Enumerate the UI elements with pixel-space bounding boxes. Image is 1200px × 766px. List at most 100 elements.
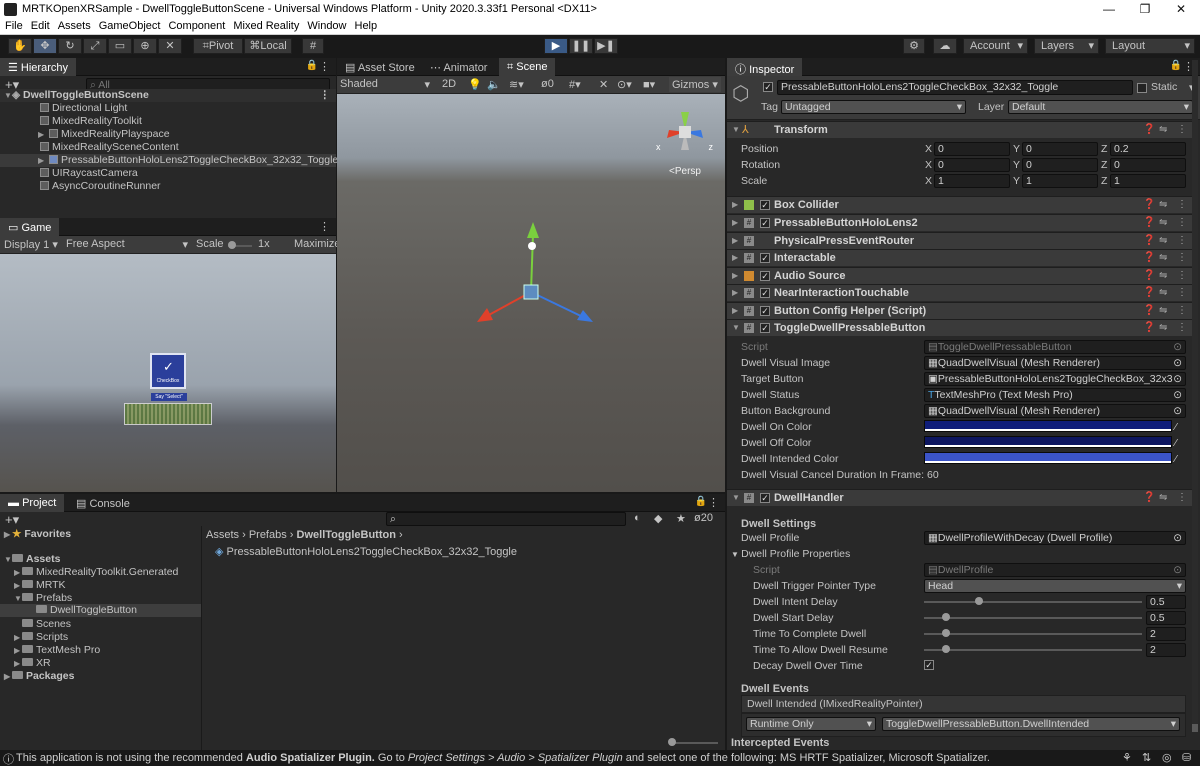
rotate-tool-icon[interactable]: ↻ xyxy=(58,38,82,54)
object-picker-icon[interactable]: ⊙ xyxy=(1173,532,1182,544)
component-near-interaction[interactable]: ▶ # ✓ NearInteractionTouchable ❓ ⇋ ⋮ xyxy=(727,284,1193,301)
icon-size-slider-knob[interactable] xyxy=(668,738,676,746)
object-picker-icon[interactable]: ⊙ xyxy=(1173,357,1182,369)
help-icon[interactable]: ❓ xyxy=(1143,320,1155,336)
tab-scene[interactable]: ⌗ Scene xyxy=(499,58,556,76)
lock-icon[interactable]: 🔒 xyxy=(695,496,707,507)
time-to-resume-knob[interactable] xyxy=(941,645,950,653)
status-message[interactable]: This application is not using the recomm… xyxy=(16,752,990,764)
time-to-resume-value[interactable]: 2 xyxy=(1146,643,1186,657)
orientation-gizmo[interactable]: x z xyxy=(655,102,715,162)
help-icon[interactable]: ❓ xyxy=(1143,285,1155,301)
preset-icon[interactable]: ⇋ xyxy=(1159,285,1167,301)
component-enabled-checkbox[interactable]: ✓ xyxy=(760,288,770,298)
component-enabled-checkbox[interactable]: ✓ xyxy=(760,218,770,228)
help-icon[interactable]: ❓ xyxy=(1143,233,1155,249)
hand-tool-icon[interactable]: ✋ xyxy=(8,38,32,54)
cloud-icon[interactable]: ☁ xyxy=(933,38,957,54)
help-icon[interactable]: ❓ xyxy=(1143,268,1155,284)
component-box-collider[interactable]: ▶ ✓ Box Collider ❓ ⇋ ⋮ xyxy=(727,196,1193,213)
close-button[interactable]: ✕ xyxy=(1163,0,1199,19)
cancel-duration-value[interactable]: 60 xyxy=(927,469,939,481)
kebab-menu-icon[interactable]: ⋮ xyxy=(1177,197,1187,213)
project-search[interactable]: ⌕ xyxy=(386,512,626,526)
preset-icon[interactable]: ⇋ xyxy=(1159,250,1167,266)
tab-project[interactable]: ▬ Project xyxy=(0,494,65,512)
position-y-field[interactable]: 0 xyxy=(1022,142,1098,156)
packages-node[interactable]: ▶ Packages xyxy=(4,670,74,682)
component-button-config-helper[interactable]: ▶ # ✓ Button Config Helper (Script) ❓ ⇋ ⋮ xyxy=(727,302,1193,319)
menu-gameobject[interactable]: GameObject xyxy=(94,19,164,32)
object-picker-icon[interactable]: ⊙ xyxy=(1173,373,1182,385)
start-delay-track[interactable] xyxy=(924,617,1142,619)
trigger-pointer-dropdown[interactable]: Head ▾ xyxy=(924,579,1186,593)
breadcrumb-prefabs[interactable]: Prefabs xyxy=(249,529,287,541)
tools-icon[interactable]: ✕ xyxy=(599,78,608,91)
kebab-menu-icon[interactable]: ⋮ xyxy=(1177,250,1187,266)
static-checkbox[interactable] xyxy=(1137,83,1147,93)
minimize-button[interactable]: — xyxy=(1091,0,1127,19)
intent-delay-track[interactable] xyxy=(924,601,1142,603)
time-to-resume-track[interactable] xyxy=(924,649,1142,651)
breadcrumb-assets[interactable]: Assets xyxy=(206,529,239,541)
dwell-status-field[interactable]: TTextMeshPro (Text Mesh Pro) ⊙ xyxy=(924,388,1186,402)
tab-asset-store[interactable]: ▤ Asset Store xyxy=(337,58,423,76)
hierarchy-item[interactable]: ▶ MixedRealityPlayspace xyxy=(0,128,336,141)
asset-file[interactable]: ◈ PressableButtonHoloLens2ToggleCheckBox… xyxy=(215,545,517,558)
menu-window[interactable]: Window xyxy=(302,19,349,32)
rotation-y-field[interactable]: 0 xyxy=(1022,158,1098,172)
checkbox-button[interactable]: ✓ CheckBox xyxy=(150,353,186,389)
component-enabled-checkbox[interactable]: ✓ xyxy=(760,271,770,281)
preset-icon[interactable]: ⇋ xyxy=(1159,197,1167,213)
folder-node[interactable]: ▶ Scripts xyxy=(14,631,68,643)
active-checkbox[interactable]: ✓ xyxy=(763,82,773,92)
rotation-z-field[interactable]: 0 xyxy=(1110,158,1186,172)
decay-checkbox[interactable]: ✓ xyxy=(924,660,934,670)
menu-component[interactable]: Component xyxy=(163,19,228,32)
aspect-dropdown[interactable]: Free Aspect ▾ xyxy=(66,238,190,251)
progress-icon[interactable]: ⇅ xyxy=(1142,751,1151,764)
object-name-field[interactable]: PressableButtonHoloLens2ToggleCheckBox_3… xyxy=(777,80,1133,95)
time-to-complete-knob[interactable] xyxy=(941,629,950,637)
transform-tool-icon[interactable]: ⊕ xyxy=(133,38,157,54)
effects-icon[interactable]: ≋▾ xyxy=(509,78,524,91)
runtime-dropdown[interactable]: Runtime Only ▾ xyxy=(746,717,876,731)
preset-icon[interactable]: ⇋ xyxy=(1159,122,1167,138)
kebab-menu-icon[interactable]: ⋮ xyxy=(320,89,331,102)
kebab-menu-icon[interactable]: ⋮ xyxy=(1177,285,1187,301)
start-delay-knob[interactable] xyxy=(941,613,950,621)
component-toggle-dwell[interactable]: ▼ # ✓ ToggleDwellPressableButton ❓ ⇋ ⋮ xyxy=(727,319,1193,336)
mode-2d-toggle[interactable]: 2D xyxy=(442,78,456,90)
display-dropdown[interactable]: Display 1 ▾ xyxy=(4,238,58,251)
kebab-menu-icon[interactable]: ⋮ xyxy=(1177,122,1187,138)
kebab-menu-icon[interactable]: ⋮ xyxy=(1177,233,1187,249)
pivot-toggle[interactable]: ⌗Pivot xyxy=(193,38,243,54)
folder-node[interactable]: Scenes xyxy=(14,618,71,630)
lighting-icon[interactable]: 💡 xyxy=(468,78,482,91)
transform-header[interactable]: ▼ ⅄ Transform ❓ ⇋ ⋮ xyxy=(727,121,1193,138)
time-to-complete-track[interactable] xyxy=(924,633,1142,635)
hierarchy-item-selected[interactable]: ▶ PressableButtonHoloLens2ToggleCheckBox_… xyxy=(0,154,338,167)
favorite-star-icon[interactable]: ★ xyxy=(676,512,686,525)
component-pressable-button[interactable]: ▶ # ✓ PressableButtonHoloLens2 ❓ ⇋ ⋮ xyxy=(727,214,1193,231)
preset-icon[interactable]: ⇋ xyxy=(1159,233,1167,249)
inspector-scrollbar[interactable] xyxy=(1192,60,1198,732)
scale-tool-icon[interactable]: ⤢ xyxy=(83,38,107,54)
help-icon[interactable]: ❓ xyxy=(1143,215,1155,231)
folder-node[interactable]: ▶ TextMesh Pro xyxy=(14,644,100,656)
hidden-packages-toggle[interactable]: ø20 xyxy=(694,512,713,524)
dwell-intended-color-swatch[interactable] xyxy=(924,452,1172,464)
tab-game[interactable]: ▭ Game xyxy=(0,218,60,236)
tab-hierarchy[interactable]: ☰ Hierarchy xyxy=(0,58,76,76)
layout-dropdown[interactable]: Layout ▾ xyxy=(1105,38,1195,54)
eyedropper-icon[interactable]: ⁄ xyxy=(1175,453,1177,465)
debug-icon[interactable]: ⚘ xyxy=(1122,751,1132,764)
layers-dropdown[interactable]: Layers ▾ xyxy=(1034,38,1099,54)
lock-icon[interactable]: 🔒 xyxy=(1170,60,1182,71)
component-physical-press-router[interactable]: ▶ # PhysicalPressEventRouter ❓ ⇋ ⋮ xyxy=(727,232,1193,249)
maximize-button[interactable]: ❐ xyxy=(1127,0,1163,19)
preset-icon[interactable]: ⇋ xyxy=(1159,320,1167,336)
component-enabled-checkbox[interactable]: ✓ xyxy=(760,306,770,316)
component-dwell-handler[interactable]: ▼ # ✓ DwellHandler ❓ ⇋ ⋮ xyxy=(727,489,1193,506)
component-audio-source[interactable]: ▶ ✓ Audio Source ❓ ⇋ ⋮ xyxy=(727,267,1193,284)
